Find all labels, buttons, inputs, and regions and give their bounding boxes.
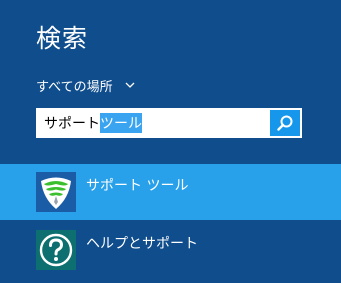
search-query-selected-text: ツール [100,113,142,133]
search-result-label: サポート ツール [86,178,189,194]
chevron-down-icon [125,82,135,88]
search-button[interactable] [270,110,300,136]
search-result-label: ヘルプとサポート [86,236,198,252]
help-question-icon [36,230,76,270]
search-result-help-and-support[interactable]: ヘルプとサポート [0,222,341,278]
search-field[interactable]: サポート ツール [36,108,302,138]
search-scope-label: すべての場所 [36,79,113,95]
search-query-text: サポート [44,116,100,132]
shield-app-icon [36,172,76,212]
search-icon [277,115,293,131]
search-result-support-tool[interactable]: サポート ツール [0,164,341,220]
search-scope-dropdown[interactable]: すべての場所 [36,75,135,95]
search-title: 検索 [36,24,89,53]
search-input[interactable]: サポート ツール [44,108,142,138]
